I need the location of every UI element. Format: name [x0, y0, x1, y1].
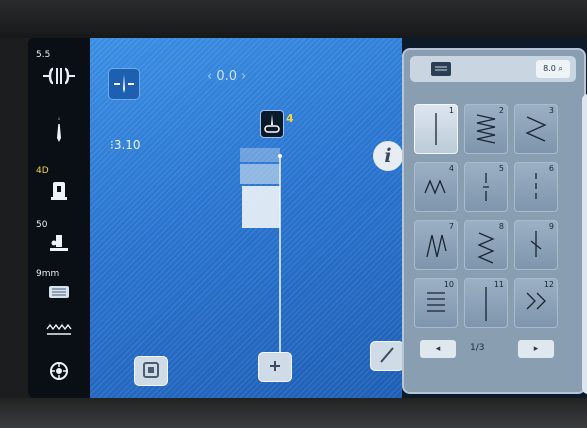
stitch-density-button[interactable]: [46, 322, 72, 344]
needle-foot-icon: [264, 114, 280, 133]
search-label: 8.0: [543, 64, 556, 73]
stitch-pattern-icon: [483, 173, 489, 201]
stitch-pattern-icon: [525, 116, 547, 142]
arrow-right-icon: ▸: [533, 344, 539, 354]
zigzag-line-icon: [46, 323, 72, 335]
thread-tension-icon: [50, 235, 68, 251]
feed-dog-icon: [49, 286, 69, 298]
pager: ◂ 1/3 ▸: [414, 340, 562, 362]
needle-number: 4: [286, 112, 294, 125]
needle-position-icon: [114, 74, 134, 93]
stitch-pattern-panel: 8.0 ⌕ 1 2 3 4 5 6 7 8 9 10 11 12 ◂ 1/3 ▸: [402, 48, 586, 394]
mirror-pattern-icon: [143, 362, 159, 378]
page-prev-button[interactable]: ◂: [420, 340, 456, 358]
stitch-cell[interactable]: 7: [414, 220, 458, 270]
stitch-pattern-icon: [435, 113, 437, 145]
page-indicator: 1/3: [470, 343, 485, 353]
bobbin-button[interactable]: [48, 360, 70, 382]
page-next-button[interactable]: ▸: [518, 340, 554, 358]
stitch-cell[interactable]: 9: [514, 220, 558, 270]
stitch-cell[interactable]: 6: [514, 162, 558, 212]
touch-screen: 5.5 4D 50 9mm ‹ 0.0 › ⁝3.10 4 i 8.0 ⌕ 1 …: [28, 38, 587, 398]
move-button[interactable]: [258, 352, 292, 382]
stitch-pattern-icon: [485, 287, 487, 321]
info-label: i: [384, 145, 392, 167]
left-toolbar: 5.5 4D 50 9mm: [28, 38, 90, 398]
stitch-length-value: 3.10: [113, 138, 141, 152]
needle-position-value: 0.0: [216, 69, 238, 84]
chevron-left-icon[interactable]: ‹: [207, 69, 216, 84]
side-menu-strip: A ▦ ▩ ♥ ❐: [582, 94, 587, 394]
needle-position-readout: ‹ 0.0 ›: [207, 69, 246, 84]
stitch-pattern-icon: [424, 179, 446, 195]
stitch-length-readout: ⁝3.10: [110, 138, 141, 152]
stitch-grid: 1 2 3 4 5 6 7 8 9 10 11 12: [414, 104, 562, 336]
stitch-cell[interactable]: 3: [514, 104, 558, 154]
pencil-icon: [380, 347, 394, 363]
stitch-width-value: 5.5: [36, 50, 51, 60]
needle-indicator[interactable]: [260, 110, 284, 138]
needle-icon: [57, 116, 61, 142]
stitch-pattern-icon: [427, 292, 445, 312]
stitch-pattern-icon: [526, 292, 546, 310]
stitch-cell[interactable]: 5: [464, 162, 508, 212]
stitch-width-icon: [43, 67, 75, 85]
chevron-right-icon[interactable]: ›: [237, 69, 246, 84]
foot-height-value: 9mm: [36, 269, 60, 279]
edit-button[interactable]: [370, 341, 404, 371]
stitch-cell[interactable]: 1: [414, 104, 458, 154]
stitch-cell[interactable]: 12: [514, 278, 558, 328]
presser-foot-button[interactable]: [48, 180, 70, 202]
category-folder-icon[interactable]: [430, 59, 452, 79]
mirror-button[interactable]: [134, 356, 168, 386]
needle-stop-value: 4D: [36, 166, 49, 176]
tension-button[interactable]: [48, 233, 70, 255]
stitch-cell[interactable]: 8: [464, 220, 508, 270]
feed-dog-button[interactable]: [47, 282, 71, 304]
search-icon: ⌕: [558, 64, 563, 73]
arrow-left-icon: ◂: [435, 344, 441, 354]
stitch-pattern-icon: [477, 232, 495, 264]
device-bezel-top: [0, 0, 587, 38]
bobbin-icon: [50, 362, 68, 380]
stitch-preview-canvas: ‹ 0.0 › ⁝3.10 4 i: [90, 38, 404, 398]
stitch-pattern-icon: [476, 114, 496, 144]
device-bezel-bottom: [0, 398, 587, 428]
presser-foot-icon: [51, 182, 67, 200]
cross-icon: [270, 361, 280, 371]
stitch-cell[interactable]: 2: [464, 104, 508, 154]
stitch-cell[interactable]: 10: [414, 278, 458, 328]
panel-header: 8.0 ⌕: [410, 56, 576, 82]
stitch-cell[interactable]: 11: [464, 278, 508, 328]
stitch-pattern-icon: [535, 173, 537, 199]
stitch-pattern-icon: [426, 234, 447, 258]
stitch-width-button[interactable]: [32, 66, 86, 90]
stitch-pattern-icon: [530, 231, 542, 257]
stitch-cell[interactable]: 4: [414, 162, 458, 212]
tension-value: 50: [36, 220, 48, 230]
info-button[interactable]: i: [373, 141, 403, 171]
search-button[interactable]: 8.0 ⌕: [536, 60, 570, 78]
stitch-preview: [240, 148, 282, 374]
needle-button[interactable]: [48, 114, 70, 144]
needle-position-button[interactable]: [108, 68, 140, 100]
